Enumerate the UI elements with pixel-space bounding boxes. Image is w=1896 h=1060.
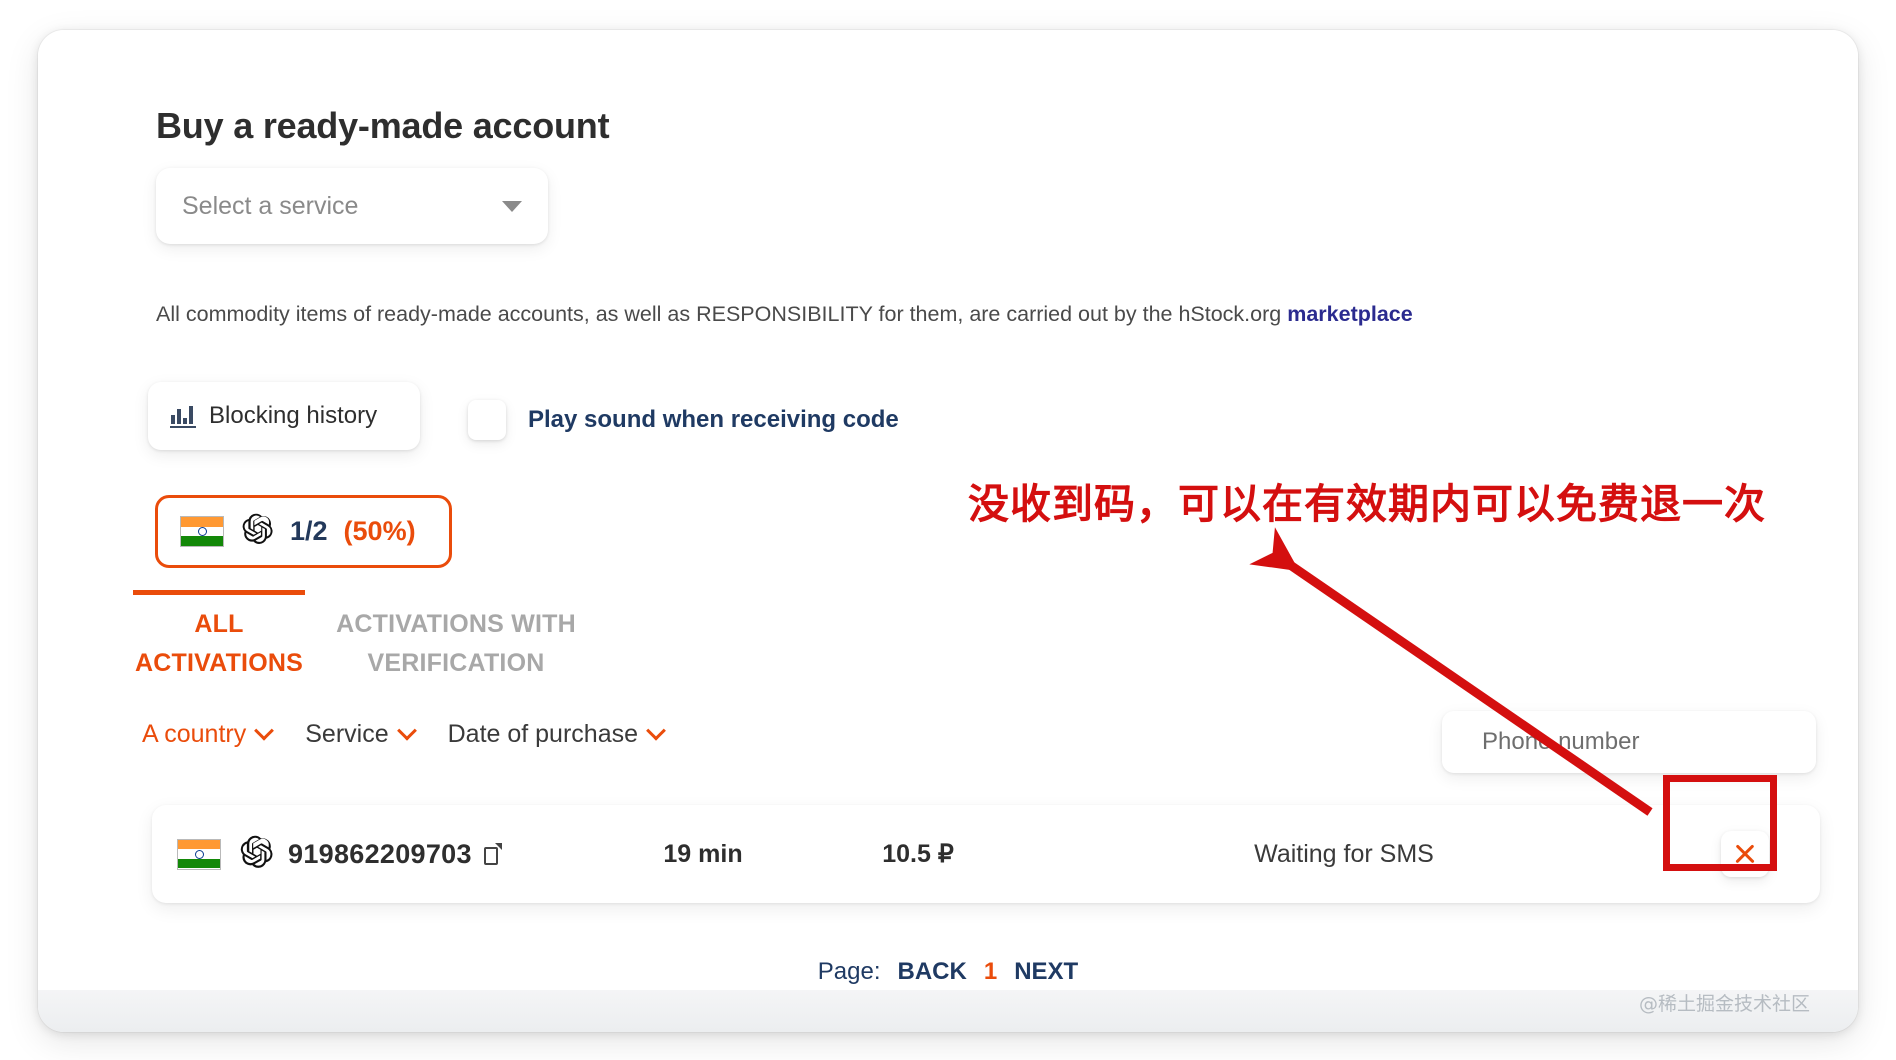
chevron-down-icon xyxy=(254,720,274,740)
table-row[interactable]: 919862209703 19 min 10.5 ₽ Waiting for S… xyxy=(152,805,1820,903)
card-bottom-strip xyxy=(38,990,1858,1032)
watermark: @稀土掘金技术社区 xyxy=(1639,989,1810,1016)
pagination-label: Page: xyxy=(818,958,881,986)
india-flag-icon xyxy=(177,839,221,870)
blocking-history-button[interactable]: Blocking history xyxy=(148,382,420,450)
row-status: Waiting for SMS xyxy=(1018,840,1670,869)
filter-country[interactable]: A country xyxy=(142,720,271,749)
row-country-cell xyxy=(152,839,224,870)
close-icon[interactable] xyxy=(1721,831,1769,877)
phone-search-field[interactable] xyxy=(1442,711,1816,773)
pagination-next[interactable]: NEXT xyxy=(1014,958,1078,986)
filter-service-label: Service xyxy=(305,720,388,749)
play-sound-label: Play sound when receiving code xyxy=(528,406,899,434)
pagination-back[interactable]: BACK xyxy=(898,958,967,986)
marketplace-note: All commodity items of ready-made accoun… xyxy=(156,302,1413,327)
row-service-cell xyxy=(224,834,288,875)
activation-tabs: ALL ACTIVATIONS ACTIVATIONS WITH VERIFIC… xyxy=(133,590,581,683)
copy-icon[interactable] xyxy=(484,843,503,866)
row-time-left: 19 min xyxy=(588,840,818,869)
row-phone-number: 919862209703 xyxy=(288,839,472,870)
activation-progress-chip[interactable]: 1/2 (50%) xyxy=(155,495,452,568)
service-select-placeholder: Select a service xyxy=(182,192,502,221)
marketplace-link[interactable]: marketplace xyxy=(1287,302,1413,326)
chevron-down-icon xyxy=(397,720,417,740)
pagination-current-page[interactable]: 1 xyxy=(984,958,997,986)
filter-date-of-purchase[interactable]: Date of purchase xyxy=(448,720,663,749)
page-title: Buy a ready-made account xyxy=(156,105,609,147)
tab-activations-with-verification[interactable]: ACTIVATIONS WITH VERIFICATION xyxy=(331,590,581,683)
marketplace-note-text: All commodity items of ready-made accoun… xyxy=(156,302,1287,326)
bar-chart-icon xyxy=(170,404,196,428)
chevron-down-icon xyxy=(646,720,666,740)
chip-percent: (50%) xyxy=(344,516,416,547)
filter-bar: A country Service Date of purchase xyxy=(142,720,663,749)
page-card: Buy a ready-made account Select a servic… xyxy=(38,30,1858,1032)
play-sound-option[interactable]: Play sound when receiving code xyxy=(468,400,899,440)
screenshot-root: Buy a ready-made account Select a servic… xyxy=(0,0,1896,1060)
india-flag-icon xyxy=(180,516,224,547)
filter-service[interactable]: Service xyxy=(305,720,413,749)
annotation-note: 没收到码，可以在有效期内可以免费退一次 xyxy=(968,470,1766,530)
row-action-cell xyxy=(1670,831,1820,877)
openai-logo-icon xyxy=(238,834,274,875)
row-price: 10.5 ₽ xyxy=(818,839,1018,869)
blocking-history-label: Blocking history xyxy=(209,402,377,430)
chip-count: 1/2 xyxy=(290,516,328,547)
pagination: Page: BACK 1 NEXT xyxy=(38,958,1858,986)
tab-all-activations[interactable]: ALL ACTIVATIONS xyxy=(133,590,305,683)
phone-search-input[interactable] xyxy=(1482,728,1776,756)
row-number-cell: 919862209703 xyxy=(288,839,588,870)
openai-logo-icon xyxy=(240,512,274,551)
play-sound-checkbox[interactable] xyxy=(468,400,506,440)
chevron-down-icon xyxy=(502,201,522,212)
filter-country-label: A country xyxy=(142,720,246,749)
service-select[interactable]: Select a service xyxy=(156,168,548,244)
filter-date-label: Date of purchase xyxy=(448,720,638,749)
